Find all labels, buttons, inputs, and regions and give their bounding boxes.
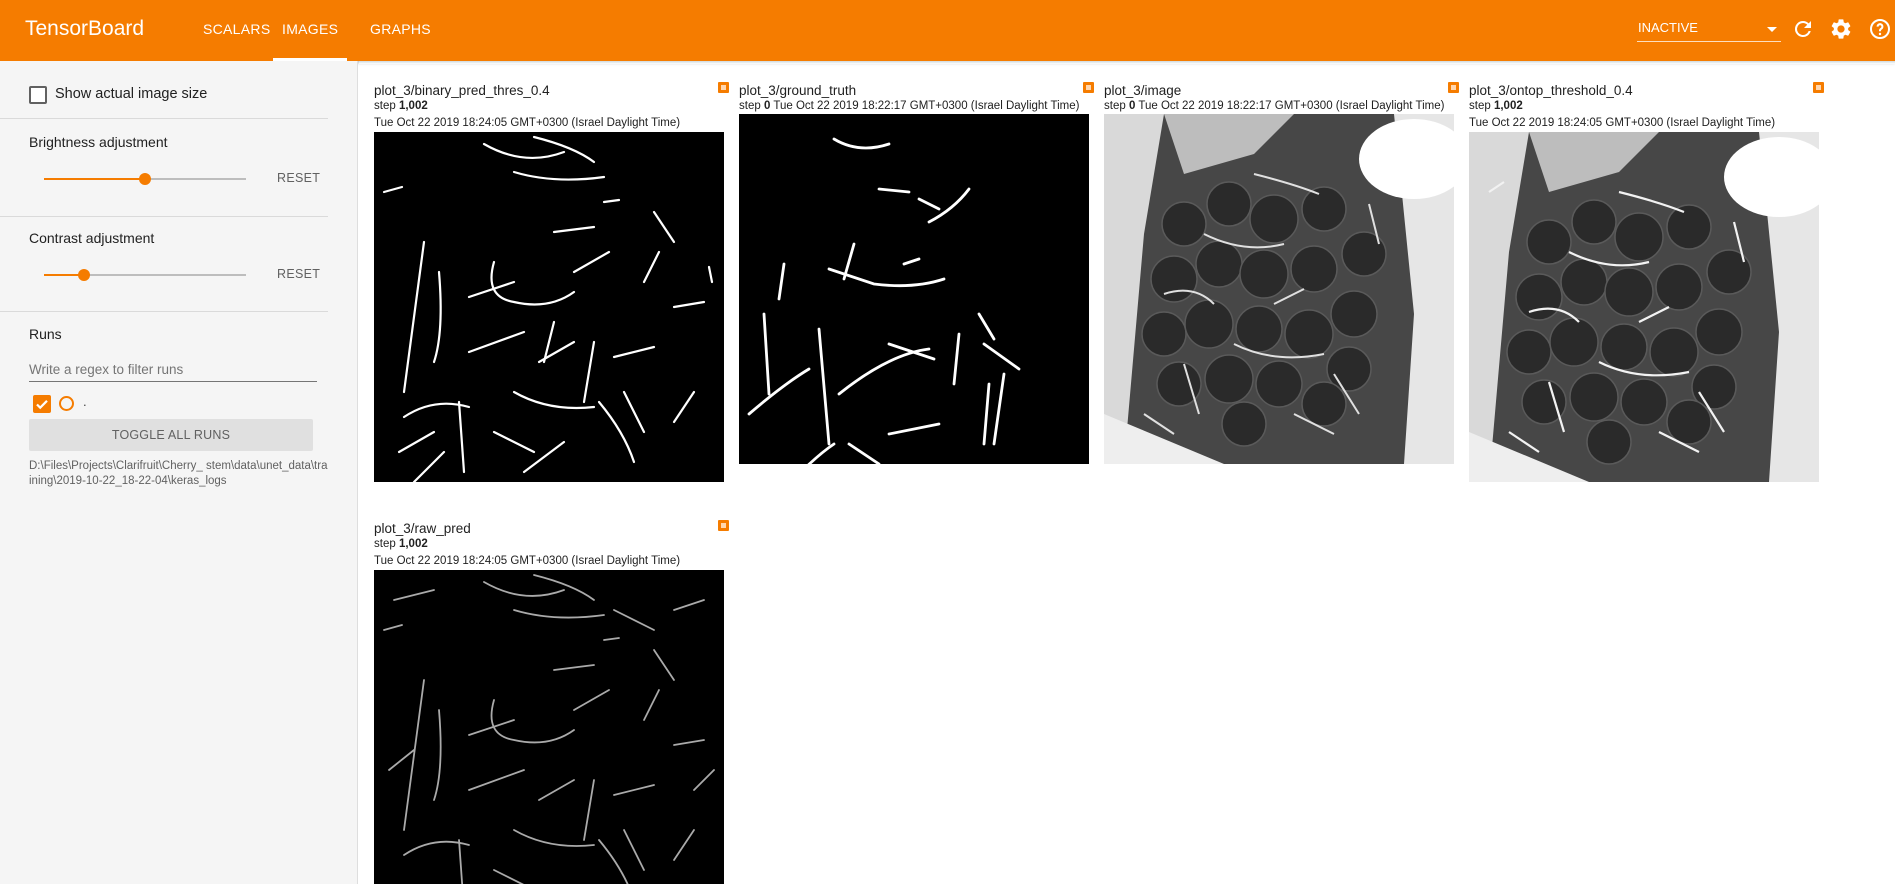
step-value: 1,002 bbox=[398, 538, 428, 550]
brightness-reset-button[interactable]: RESET bbox=[277, 171, 320, 185]
app-brand[interactable]: TensorBoard bbox=[25, 17, 144, 41]
section-divider bbox=[0, 118, 328, 119]
expand-image-icon[interactable] bbox=[1083, 82, 1094, 93]
help-icon[interactable] bbox=[1868, 17, 1892, 41]
ground-truth-mask-image[interactable] bbox=[739, 114, 1089, 464]
image-card-step: step 1,002 bbox=[1469, 100, 1523, 112]
image-card-step: step 1,002 bbox=[374, 538, 428, 550]
inactive-select-value: INACTIVE bbox=[1638, 20, 1698, 35]
image-card-title: plot_3/ontop_threshold_0.4 bbox=[1469, 83, 1633, 98]
expand-image-icon[interactable] bbox=[718, 82, 729, 93]
image-card-timestamp: Tue Oct 22 2019 18:24:05 GMT+0300 (Israe… bbox=[374, 117, 681, 129]
checkmark-icon bbox=[36, 400, 48, 410]
image-card-step: step 1,002 bbox=[374, 100, 428, 112]
brightness-slider-knob[interactable] bbox=[139, 173, 151, 185]
top-toolbar: TensorBoard SCALARS IMAGES GRAPHS INACTI… bbox=[0, 0, 1895, 61]
expand-image-icon[interactable] bbox=[718, 520, 729, 531]
toggle-all-runs-button[interactable]: TOGGLE ALL RUNS bbox=[29, 419, 313, 451]
show-actual-size-label: Show actual image size bbox=[55, 86, 208, 102]
image-card-step-and-timestamp: step 0 Tue Oct 22 2019 18:22:17 GMT+0300… bbox=[1104, 100, 1445, 112]
step-value: 0 bbox=[1128, 100, 1136, 112]
expand-image-icon[interactable] bbox=[1813, 82, 1824, 93]
image-card-timestamp: Tue Oct 22 2019 18:24:05 GMT+0300 (Israe… bbox=[374, 555, 681, 567]
step-value: 1,002 bbox=[1493, 100, 1523, 112]
sidebar: Show actual image size Brightness adjust… bbox=[0, 61, 358, 884]
section-divider bbox=[0, 311, 328, 312]
contrast-label: Contrast adjustment bbox=[29, 230, 155, 246]
step-value: 0 bbox=[763, 100, 771, 112]
brightness-label: Brightness adjustment bbox=[29, 134, 168, 150]
image-card-title: plot_3/raw_pred bbox=[374, 521, 471, 536]
images-dashboard: plot_3/binary_pred_thres_0.4 step 1,002 … bbox=[359, 61, 1895, 884]
brightness-slider-fill bbox=[44, 178, 145, 180]
main-top-border bbox=[359, 61, 1895, 64]
run-log-path: D:\Files\Projects\Clarifruit\Cherry_ ste… bbox=[29, 460, 328, 487]
dropdown-arrow-icon bbox=[1767, 27, 1777, 32]
run-checkbox[interactable] bbox=[33, 395, 51, 413]
image-card-title: plot_3/image bbox=[1104, 83, 1182, 98]
run-name: . bbox=[83, 394, 87, 409]
image-card-timestamp: Tue Oct 22 2019 18:24:05 GMT+0300 (Israe… bbox=[1469, 117, 1776, 129]
expand-image-icon[interactable] bbox=[1448, 82, 1459, 93]
cherries-overlay-photo[interactable] bbox=[1469, 132, 1819, 482]
settings-icon[interactable] bbox=[1829, 17, 1853, 41]
image-card-step-and-timestamp: step 0 Tue Oct 22 2019 18:22:17 GMT+0300… bbox=[739, 100, 1080, 112]
tab-graphs[interactable]: GRAPHS bbox=[370, 0, 431, 61]
reload-icon[interactable] bbox=[1791, 17, 1815, 41]
raw-prediction-image[interactable] bbox=[374, 570, 724, 884]
runs-filter-input[interactable] bbox=[29, 358, 317, 382]
inactive-dashboards-select[interactable]: INACTIVE bbox=[1637, 18, 1781, 42]
tab-images[interactable]: IMAGES bbox=[273, 0, 348, 61]
section-divider bbox=[0, 216, 328, 217]
step-value: 1,002 bbox=[398, 100, 428, 112]
runs-title: Runs bbox=[29, 326, 62, 342]
run-color-circle-icon[interactable] bbox=[59, 396, 74, 411]
image-card-title: plot_3/binary_pred_thres_0.4 bbox=[374, 83, 550, 98]
binary-mask-image[interactable] bbox=[374, 132, 724, 482]
contrast-reset-button[interactable]: RESET bbox=[277, 267, 320, 281]
image-card-title: plot_3/ground_truth bbox=[739, 83, 857, 98]
show-actual-size-checkbox[interactable] bbox=[29, 86, 47, 104]
tab-scalars[interactable]: SCALARS bbox=[203, 0, 270, 61]
cherries-photo[interactable] bbox=[1104, 114, 1454, 464]
contrast-slider-knob[interactable] bbox=[78, 269, 91, 281]
